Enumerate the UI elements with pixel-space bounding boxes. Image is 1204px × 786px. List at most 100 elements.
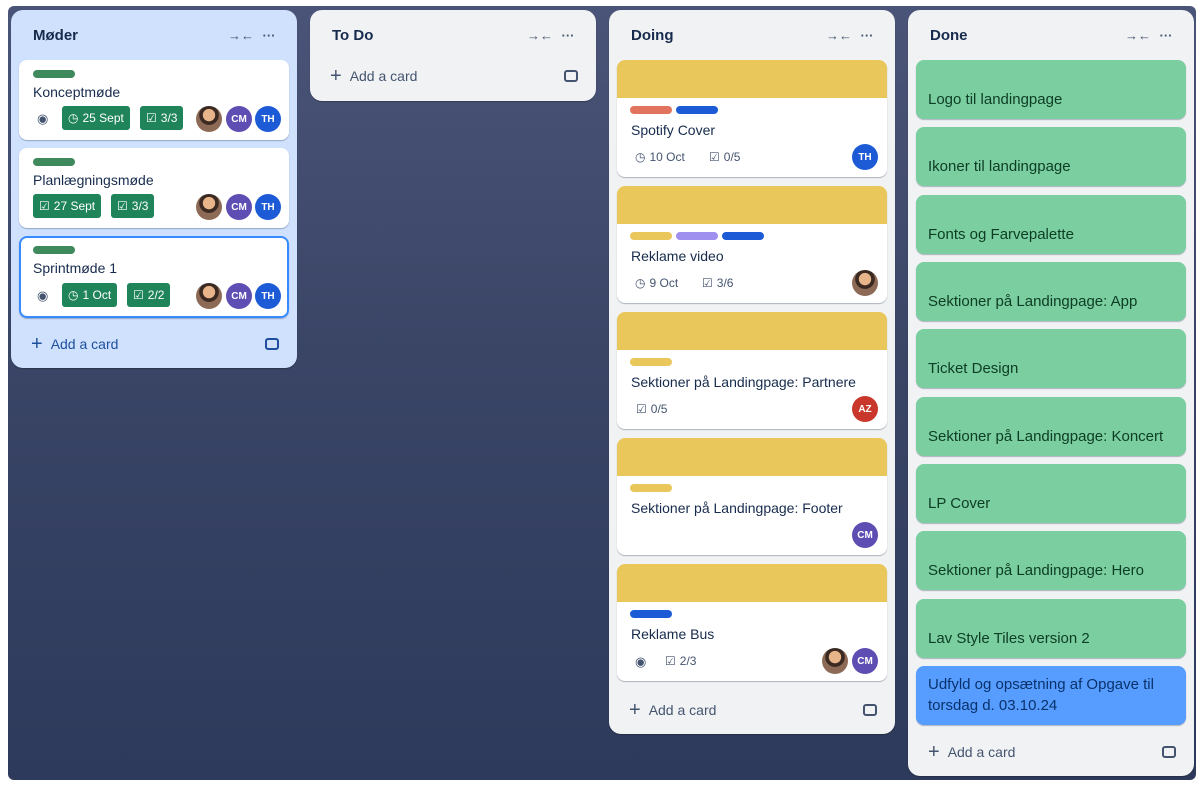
- avatar-th[interactable]: TH: [255, 283, 281, 309]
- collapse-icon[interactable]: →←: [526, 21, 554, 49]
- avatar-cm[interactable]: CM: [226, 283, 252, 309]
- avatar-photo[interactable]: [852, 270, 878, 296]
- checklist-icon: ☑: [117, 199, 128, 213]
- avatar-az[interactable]: AZ: [852, 396, 878, 422]
- card-title: Sektioner på Landingpage: Partnere: [631, 374, 856, 390]
- card-title: Fonts og Farvepalette: [928, 226, 1074, 243]
- list-title[interactable]: Doing: [631, 27, 825, 44]
- checklist-count: 3/6: [716, 276, 734, 290]
- avatar-th[interactable]: TH: [255, 194, 281, 220]
- card-done[interactable]: Fonts og Farvepalette: [916, 195, 1186, 254]
- collapse-icon[interactable]: →←: [825, 21, 853, 49]
- card-done[interactable]: Sektioner på Landingpage: Koncert: [916, 397, 1186, 456]
- checklist-icon: ☑: [146, 111, 157, 125]
- list-title[interactable]: Done: [930, 27, 1124, 44]
- avatar-cm[interactable]: CM: [852, 522, 878, 548]
- add-card-button[interactable]: + Add a card: [11, 324, 297, 364]
- more-icon[interactable]: ···: [554, 21, 582, 49]
- list-doing: Doing →← ··· Spotify Cover ◷ 10 Oct ☑ 0/5 …: [609, 10, 895, 734]
- card-title: Sektioner på Landingpage: App: [928, 293, 1138, 310]
- list-title[interactable]: Møder: [33, 27, 227, 44]
- label-blue: [630, 610, 672, 618]
- list-header: Doing →← ···: [609, 10, 895, 60]
- template-icon[interactable]: [564, 70, 578, 82]
- card-title: Planlægningsmøde: [33, 172, 154, 188]
- card-title: Reklame Bus: [631, 626, 715, 642]
- checklist-badge: ☑ 2/2: [127, 283, 171, 307]
- card-title: Konceptmøde: [33, 84, 121, 100]
- card-reklame-video[interactable]: Reklame video ◷ 9 Oct ☑ 3/6: [617, 186, 887, 303]
- template-icon[interactable]: [863, 704, 877, 716]
- plus-icon: +: [330, 65, 342, 87]
- label-blue: [722, 232, 764, 240]
- list-moder: Møder →← ··· Konceptmøde ◉ ◷ 25 Sept ☑ 3/3…: [11, 10, 297, 368]
- card-title: Ikoner til landingpage: [928, 158, 1071, 175]
- checklist-icon: ☑: [709, 150, 720, 164]
- checklist-icon: ☑: [702, 276, 713, 290]
- card-title: Sektioner på Landingpage: Koncert: [928, 428, 1164, 445]
- list-header: Møder →← ···: [11, 10, 297, 60]
- template-icon[interactable]: [265, 338, 279, 350]
- board: Møder →← ··· Konceptmøde ◉ ◷ 25 Sept ☑ 3/3…: [8, 6, 1196, 780]
- card-sprintmode-1[interactable]: Sprintmøde 1 ◉ ◷ 1 Oct ☑ 2/2 CM TH: [19, 236, 289, 318]
- more-icon[interactable]: ···: [853, 21, 881, 49]
- card-cover: [617, 60, 887, 98]
- checklist-badge: ☑ 3/3: [140, 106, 184, 130]
- template-icon[interactable]: [1162, 746, 1176, 758]
- checklist-badge: ☑ 3/3: [111, 194, 155, 218]
- card-konceptmode[interactable]: Konceptmøde ◉ ◷ 25 Sept ☑ 3/3 CM TH: [19, 60, 289, 140]
- list-done: Done →← ··· Logo til landingpage Ikoner …: [908, 10, 1194, 776]
- clock-icon: ◷: [68, 111, 79, 125]
- card-done[interactable]: Lav Style Tiles version 2: [916, 599, 1186, 658]
- due-date: 25 Sept: [82, 111, 124, 125]
- card-done[interactable]: Logo til landingpage: [916, 60, 1186, 119]
- due-date: 1 Oct: [82, 288, 112, 302]
- add-card-label: Add a card: [349, 68, 418, 84]
- avatar-cm[interactable]: CM: [852, 648, 878, 674]
- due-badge[interactable]: ◷ 1 Oct: [62, 283, 118, 307]
- avatar-cm[interactable]: CM: [226, 106, 252, 132]
- plus-icon: +: [928, 741, 940, 763]
- card-done[interactable]: LP Cover: [916, 464, 1186, 523]
- checklist-icon: ☑: [636, 402, 647, 416]
- card-title: Sektioner på Landingpage: Footer: [631, 500, 843, 516]
- card-sektioner-partnere[interactable]: Sektioner på Landingpage: Partnere ☑ 0/5 …: [617, 312, 887, 429]
- add-card-button[interactable]: + Add a card: [908, 732, 1194, 772]
- checklist-icon: ☑: [665, 654, 676, 668]
- card-done[interactable]: Ticket Design: [916, 329, 1186, 388]
- more-icon[interactable]: ···: [255, 21, 283, 49]
- avatar-cm[interactable]: CM: [226, 194, 252, 220]
- add-card-button[interactable]: + Add a card: [310, 56, 596, 96]
- card-done[interactable]: Ikoner til landingpage: [916, 127, 1186, 186]
- card-planlaegningsmode[interactable]: Planlægningsmøde ☑ 27 Sept ☑ 3/3 CM TH: [19, 148, 289, 228]
- card-title: Spotify Cover: [631, 122, 716, 138]
- card-cover: [617, 186, 887, 224]
- due-badge[interactable]: ◷ 10 Oct: [629, 145, 691, 169]
- list-title[interactable]: To Do: [332, 27, 526, 44]
- collapse-icon[interactable]: →←: [227, 21, 255, 49]
- due-badge[interactable]: ◷ 25 Sept: [62, 106, 130, 130]
- card-done[interactable]: Sektioner på Landingpage: Hero: [916, 531, 1186, 590]
- card-title: Sprintmøde 1: [33, 260, 118, 276]
- avatar-th[interactable]: TH: [255, 106, 281, 132]
- card-done-highlight[interactable]: Udfyld og opsætning af Opgave til torsda…: [916, 666, 1186, 725]
- due-badge[interactable]: ◷ 9 Oct: [629, 271, 684, 295]
- card-sektioner-footer[interactable]: Sektioner på Landingpage: Footer CM: [617, 438, 887, 555]
- more-icon[interactable]: ···: [1152, 21, 1180, 49]
- list-header: Done →← ···: [908, 10, 1194, 60]
- add-card-button[interactable]: + Add a card: [609, 690, 895, 730]
- card-title: LP Cover: [928, 495, 991, 512]
- label-yellow: [630, 358, 672, 366]
- avatar-th[interactable]: TH: [852, 144, 878, 170]
- collapse-icon[interactable]: →←: [1124, 21, 1152, 49]
- due-badge[interactable]: ☑ 27 Sept: [33, 194, 102, 218]
- avatar-photo[interactable]: [822, 648, 848, 674]
- card-done[interactable]: Sektioner på Landingpage: App: [916, 262, 1186, 321]
- avatar-photo[interactable]: [196, 194, 222, 220]
- card-spotify-cover[interactable]: Spotify Cover ◷ 10 Oct ☑ 0/5 TH: [617, 60, 887, 177]
- avatar-photo[interactable]: [196, 283, 222, 309]
- checklist-count: 0/5: [650, 402, 668, 416]
- avatar-photo[interactable]: [196, 106, 222, 132]
- card-reklame-bus[interactable]: Reklame Bus ◉ ☑ 2/3 CM: [617, 564, 887, 681]
- label-yellow: [630, 232, 672, 240]
